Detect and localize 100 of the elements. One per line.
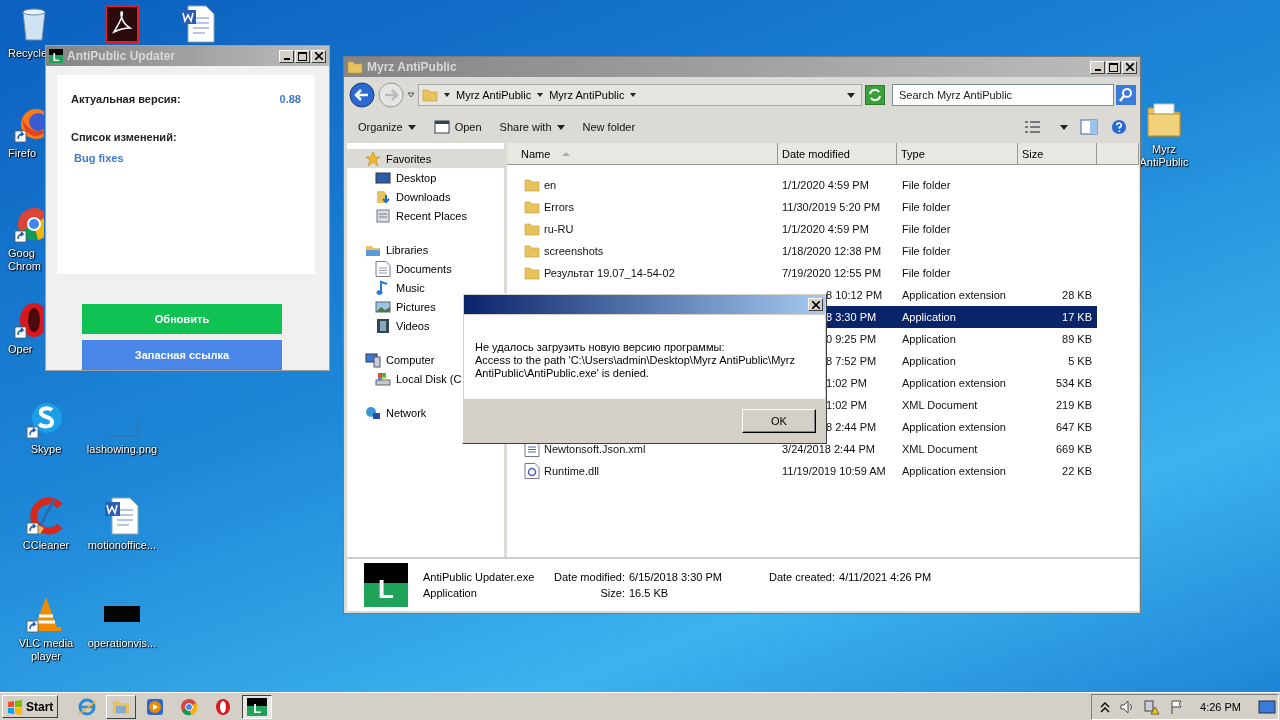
windows-logo-icon: [7, 698, 23, 715]
file-date: 7/19/2020 12:55 PM: [782, 267, 882, 279]
preview-pane-icon[interactable]: [1080, 119, 1098, 135]
detail-value: 16.5 KB: [629, 587, 670, 599]
folder-icon: [347, 59, 363, 75]
nav-item[interactable]: Favorites: [347, 149, 504, 168]
caret-icon[interactable]: [536, 91, 545, 99]
pdf-app-icon[interactable]: [102, 4, 142, 44]
file-row[interactable]: en 1/1/2020 4:59 PM File folder: [507, 174, 1097, 196]
window-title: AntiPublic Updater: [67, 49, 175, 63]
nav-item[interactable]: Desktop: [347, 168, 504, 187]
toolbar-button[interactable]: Share with: [499, 121, 565, 133]
nav-item[interactable]: Downloads: [347, 187, 504, 206]
document-icon: [375, 260, 391, 277]
caret-icon[interactable]: [443, 91, 451, 99]
toolbar-button[interactable]: New folder: [582, 121, 636, 133]
nav-item[interactable]: Videos: [347, 316, 504, 335]
file-date: 11/30/2019 5:20 PM: [782, 201, 881, 213]
refresh-button[interactable]: [865, 85, 885, 105]
folder-icon[interactable]: [1144, 100, 1184, 140]
file-type: Application extension: [901, 465, 1007, 477]
network-warning-icon[interactable]: [1144, 698, 1161, 715]
clock[interactable]: 4:26 PM: [1200, 700, 1241, 713]
taskbar-button[interactable]: [106, 694, 137, 719]
desktop-icon-label[interactable]: Goog Chrom: [8, 247, 41, 273]
nav-item[interactable]: Pictures: [347, 297, 504, 316]
desktop-icon-label[interactable]: Skype: [30, 443, 62, 456]
nav-item[interactable]: Documents: [347, 259, 504, 278]
folder-icon: [422, 87, 438, 103]
file-row[interactable]: ru-RU 1/1/2020 4:59 PM File folder: [507, 218, 1097, 240]
error-message: Не удалось загрузить новую версию программы: Access to the path 'C:\Users\admin\Desktop\Myrz AntiPublic\Myrz AntiPublic\AntiPublic.exe' is denied.: [475, 341, 796, 380]
downloads-icon: [375, 188, 391, 205]
column-header[interactable]: Name: [507, 143, 778, 164]
desktop-icon-label[interactable]: Firefo: [8, 147, 37, 160]
browser-icon: [179, 696, 200, 717]
file-size: 219 KB: [1055, 399, 1092, 411]
file-name: ru-RU: [544, 223, 574, 235]
detail-value: 4/11/2021 4:26 PM: [839, 571, 932, 583]
view-options-icon[interactable]: [1024, 119, 1042, 135]
file-type: File folder: [901, 267, 952, 279]
file-name: en: [544, 179, 557, 191]
caret-icon[interactable]: [1060, 123, 1068, 131]
column-header[interactable]: Size: [1018, 143, 1097, 164]
chevron-up-icon[interactable]: [1100, 700, 1111, 713]
folder-icon: [524, 265, 540, 281]
breadcrumb-item[interactable]: Myrz AntiPublic: [456, 89, 532, 101]
detail-value: 6/15/2018 3:30 PM: [629, 571, 723, 583]
desktop-icon-label[interactable]: CCleaner: [22, 539, 70, 552]
nav-item[interactable]: Music: [347, 278, 504, 297]
file-row[interactable]: Errors 11/30/2019 5:20 PM File folder: [507, 196, 1097, 218]
desktop-icon-label[interactable]: Myrz AntiPublic: [1139, 143, 1189, 169]
close-button[interactable]: [808, 298, 823, 311]
file-name: AntiPublic Updater.exe: [423, 571, 536, 583]
desktop-icon-label[interactable]: Recycle: [8, 47, 48, 60]
word-document-icon[interactable]: [102, 496, 142, 536]
nav-item[interactable]: Network: [347, 403, 504, 422]
file-size: 89 KB: [1062, 333, 1092, 345]
changelog-text: Bug fixes: [74, 152, 125, 164]
dll-icon: [524, 463, 540, 479]
toolbar-button[interactable]: Organize: [358, 121, 416, 133]
show-desktop-icon[interactable]: [1258, 698, 1276, 715]
dropdown-icon[interactable]: [847, 91, 855, 99]
word-document-icon[interactable]: [178, 4, 218, 44]
breadcrumb-item[interactable]: Myrz AntiPublic: [549, 89, 625, 101]
nav-item[interactable]: Libraries: [347, 240, 504, 259]
column-header[interactable]: Date modified: [778, 143, 897, 164]
search-icon[interactable]: [1116, 85, 1136, 105]
file-date: 1:02 PM: [826, 377, 867, 389]
help-icon[interactable]: [1110, 119, 1128, 135]
version-label: Актуальная версия:: [71, 93, 181, 105]
file-name: Errors: [544, 201, 574, 213]
search-field[interactable]: Search Myrz AntiPublic: [892, 84, 1114, 106]
file-name: screenshots: [544, 245, 604, 257]
nav-item[interactable]: Recent Places: [347, 206, 504, 225]
backup-link-button[interactable]: Запасная ссылка: [82, 340, 282, 370]
file-row[interactable]: Runtime.dll 11/19/2019 10:59 AM Application extension 22 KB: [507, 460, 1097, 482]
column-header[interactable]: Type: [897, 143, 1018, 164]
toolbar-button[interactable]: Open: [433, 119, 482, 135]
sort-arrow-icon: [562, 150, 571, 157]
file-size: 22 KB: [1062, 465, 1092, 477]
start-button[interactable]: Start: [2, 695, 59, 718]
address-bar[interactable]: Myrz AntiPublic Myrz AntiPublic: [418, 84, 862, 106]
file-type: File folder: [901, 245, 952, 257]
file-type: Application: [901, 333, 957, 345]
file-size: 17 KB: [1062, 311, 1092, 323]
caret-icon[interactable]: [629, 91, 638, 99]
file-size: 28 KB: [1062, 289, 1092, 301]
back-button[interactable]: [349, 82, 375, 108]
file-row[interactable]: Результат 19.07_14-54-02 7/19/2020 12:55 PM File folder: [507, 262, 1097, 284]
disk-icon: [375, 370, 391, 387]
ok-button[interactable]: OK: [742, 409, 816, 433]
desktop-icon-label[interactable]: Oper: [8, 343, 33, 356]
file-type: XML Document: [901, 399, 979, 411]
folder-icon: [524, 177, 540, 193]
desktop-icon-label[interactable]: lashowing.png: [86, 443, 158, 456]
file-row[interactable]: screenshots 1/18/2020 12:38 PM File folder: [507, 240, 1097, 262]
file-type: Application extension: [901, 421, 1007, 433]
file-size: 669 KB: [1055, 443, 1092, 455]
videos-icon: [375, 317, 391, 334]
file-date: 1/1/2020 4:59 PM: [782, 223, 869, 235]
